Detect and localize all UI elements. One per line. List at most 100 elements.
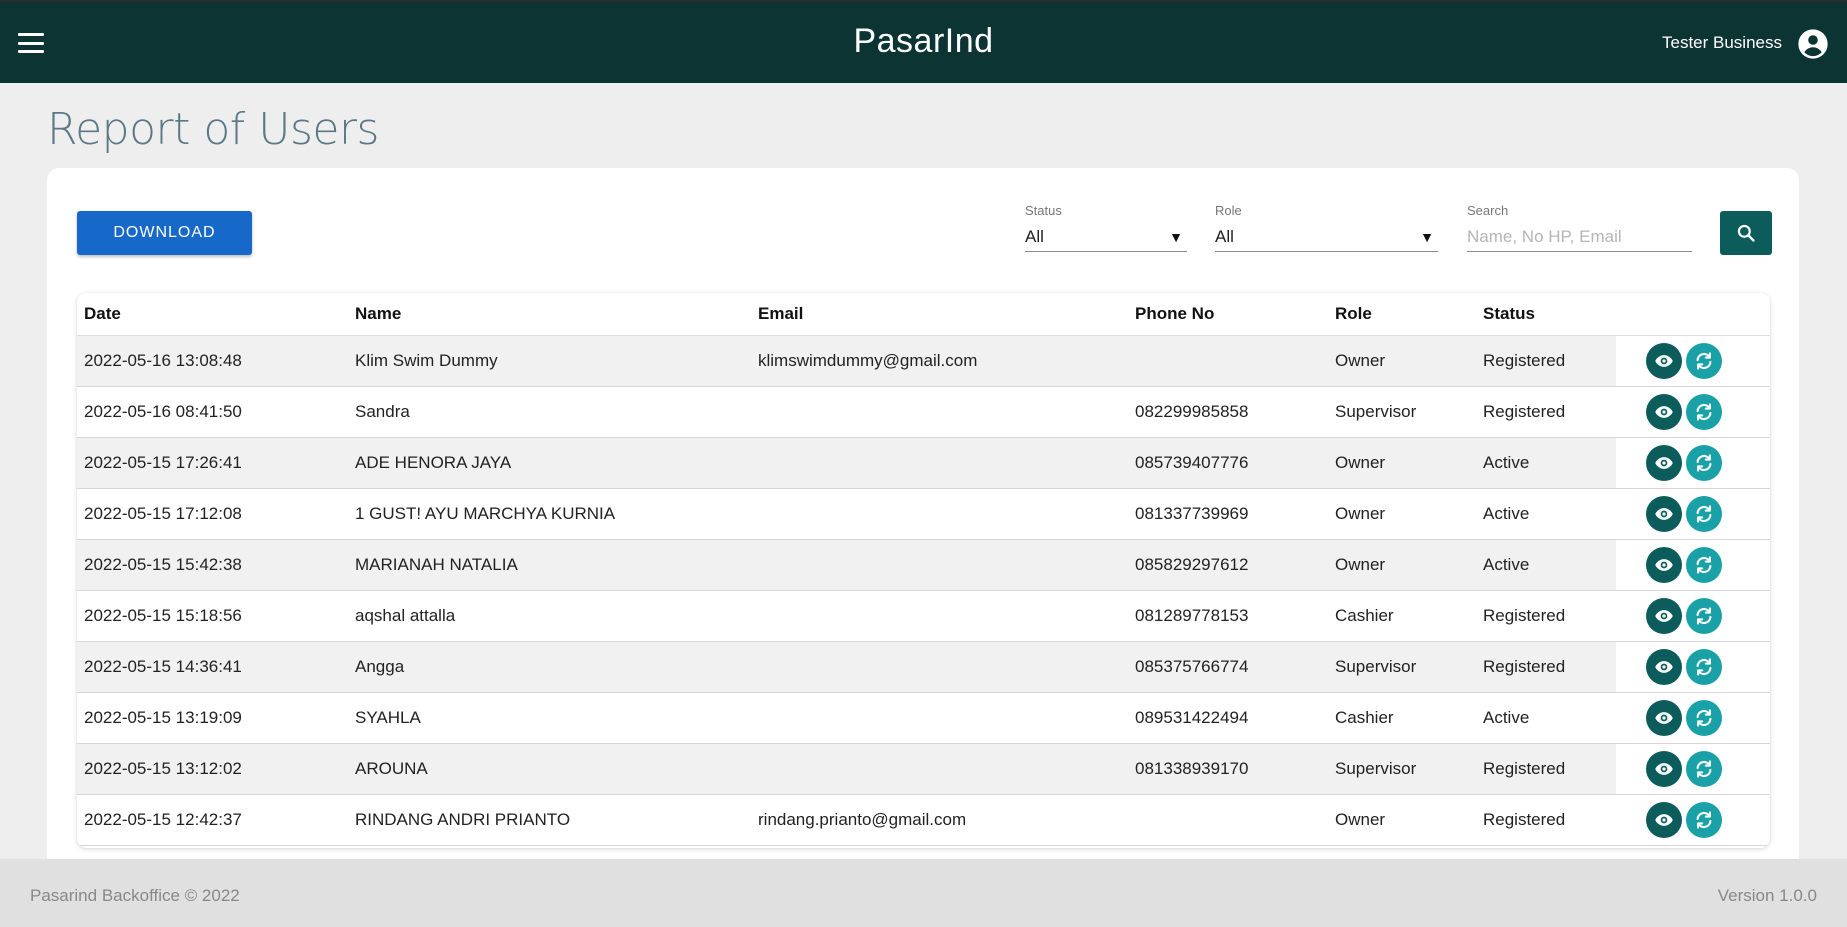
view-button[interactable]	[1646, 495, 1682, 532]
sync-icon	[1696, 555, 1712, 574]
row-actions	[1616, 342, 1770, 379]
page-title: Report of Users	[47, 104, 379, 155]
cell-role: Cashier	[1328, 590, 1476, 642]
table-row: 2022-05-15 13:12:02 AROUNA 081338939170 Sup…	[77, 743, 1770, 795]
eye-icon	[1655, 813, 1673, 826]
cell-role: Supervisor	[1328, 743, 1476, 795]
sync-icon	[1696, 810, 1712, 829]
cell-actions	[1616, 335, 1770, 387]
column-header-name[interactable]: Name	[348, 293, 751, 336]
cell-phone: 085375766774	[1128, 641, 1328, 693]
cell-name: MARIANAH NATALIA	[348, 539, 751, 591]
eye-icon	[1655, 711, 1673, 724]
cell-role: Supervisor	[1328, 641, 1476, 693]
view-button[interactable]	[1646, 597, 1682, 634]
table-row: 2022-05-15 13:19:09 SYAHLA 089531422494 Cas…	[77, 692, 1770, 744]
search-field[interactable]: Search	[1467, 203, 1692, 252]
reset-button[interactable]	[1686, 597, 1722, 634]
table-row: 2022-05-16 13:08:48 Klim Swim Dummy klimsw…	[77, 335, 1770, 387]
sync-icon	[1696, 708, 1712, 727]
sync-icon	[1696, 606, 1712, 625]
cell-status: Active	[1476, 692, 1616, 744]
cell-actions	[1616, 743, 1770, 795]
row-actions	[1616, 597, 1770, 634]
cell-email	[751, 590, 1128, 642]
cell-status: Registered	[1476, 335, 1616, 387]
cell-status: Active	[1476, 437, 1616, 489]
view-button[interactable]	[1646, 750, 1682, 787]
column-header-email[interactable]: Email	[751, 293, 1128, 336]
cell-name: AROUNA	[348, 743, 751, 795]
cell-email	[751, 437, 1128, 489]
dropdown-arrow-icon: ▼	[1169, 228, 1183, 245]
user-name[interactable]: Tester Business	[1662, 33, 1782, 53]
cell-role: Owner	[1328, 488, 1476, 540]
table-row: 2022-05-15 14:36:41 Angga 085375766774 Supe…	[77, 641, 1770, 693]
view-button[interactable]	[1646, 342, 1682, 379]
cell-actions	[1616, 386, 1770, 438]
table-row: 2022-05-15 17:12:08 1 GUST! AYU MARCHYA K…	[77, 488, 1770, 540]
cell-status: Registered	[1476, 386, 1616, 438]
reset-button[interactable]	[1686, 699, 1722, 736]
cell-date: 2022-05-15 15:18:56	[77, 590, 348, 642]
reset-button[interactable]	[1686, 393, 1722, 430]
search-button[interactable]	[1720, 211, 1772, 255]
reset-button[interactable]	[1686, 750, 1722, 787]
cell-phone: 089531422494	[1128, 692, 1328, 744]
footer: Pasarind Backoffice © 2022 Version 1.0.0	[0, 859, 1847, 927]
view-button[interactable]	[1646, 648, 1682, 685]
eye-icon	[1655, 762, 1673, 775]
column-header-date[interactable]: Date	[77, 293, 348, 336]
cell-name: Sandra	[348, 386, 751, 438]
cell-actions	[1616, 437, 1770, 489]
app-title: PasarInd	[853, 22, 994, 60]
eye-icon	[1655, 558, 1673, 571]
column-header-phone[interactable]: Phone No	[1128, 293, 1328, 336]
role-select[interactable]: All ▼	[1215, 222, 1438, 252]
reset-button[interactable]	[1686, 546, 1722, 583]
eye-icon	[1655, 660, 1673, 673]
cell-status: Registered	[1476, 743, 1616, 795]
status-filter[interactable]: Status All ▼	[1025, 203, 1187, 252]
role-filter[interactable]: Role All ▼	[1215, 203, 1438, 252]
report-card: DOWNLOAD Status All ▼ Role All ▼ Search	[47, 168, 1799, 868]
cell-status: Registered	[1476, 794, 1616, 846]
view-button[interactable]	[1646, 444, 1682, 481]
cell-status: Registered	[1476, 641, 1616, 693]
cell-role: Cashier	[1328, 692, 1476, 744]
table-body: 2022-05-16 13:08:48 Klim Swim Dummy klimsw…	[77, 335, 1770, 846]
cell-phone: 081289778153	[1128, 590, 1328, 642]
footer-copyright: Pasarind Backoffice © 2022	[30, 886, 240, 905]
view-button[interactable]	[1646, 699, 1682, 736]
row-actions	[1616, 648, 1770, 685]
column-header-status[interactable]: Status	[1476, 293, 1616, 336]
account-circle-icon[interactable]	[1797, 28, 1829, 60]
download-button[interactable]: DOWNLOAD	[77, 211, 252, 255]
eye-icon	[1655, 507, 1673, 520]
sync-icon	[1696, 453, 1712, 472]
search-input[interactable]	[1467, 226, 1692, 247]
cell-name: aqshal attalla	[348, 590, 751, 642]
search-input-box[interactable]	[1467, 222, 1692, 252]
status-select[interactable]: All ▼	[1025, 222, 1187, 252]
row-actions	[1616, 546, 1770, 583]
reset-button[interactable]	[1686, 648, 1722, 685]
table-row: 2022-05-15 12:42:37 RINDANG ANDRI PRIANTO…	[77, 794, 1770, 846]
cell-date: 2022-05-15 13:19:09	[77, 692, 348, 744]
reset-button[interactable]	[1686, 444, 1722, 481]
footer-version: Version 1.0.0	[1717, 886, 1817, 905]
reset-button[interactable]	[1686, 495, 1722, 532]
column-header-role[interactable]: Role	[1328, 293, 1476, 336]
table-row: 2022-05-15 17:26:41 ADE HENORA JAYA 085739…	[77, 437, 1770, 489]
cell-name: RINDANG ANDRI PRIANTO	[348, 794, 751, 846]
cell-email	[751, 539, 1128, 591]
view-button[interactable]	[1646, 393, 1682, 430]
row-actions	[1616, 444, 1770, 481]
cell-phone: 085829297612	[1128, 539, 1328, 591]
view-button[interactable]	[1646, 546, 1682, 583]
reset-button[interactable]	[1686, 801, 1722, 838]
cell-role: Owner	[1328, 539, 1476, 591]
view-button[interactable]	[1646, 801, 1682, 838]
reset-button[interactable]	[1686, 342, 1722, 379]
cell-name: Angga	[348, 641, 751, 693]
